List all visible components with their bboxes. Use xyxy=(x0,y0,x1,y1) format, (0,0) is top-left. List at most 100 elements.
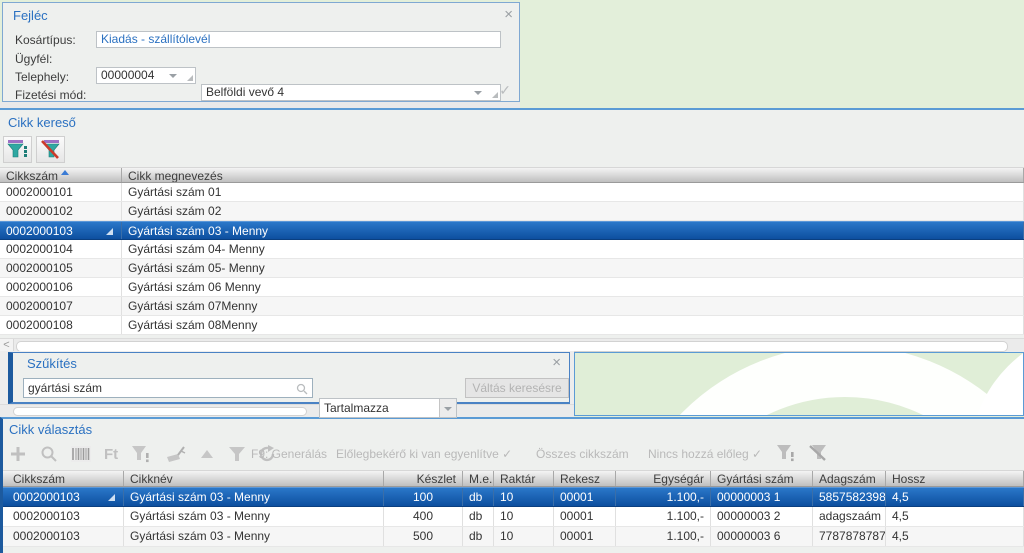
combo-dropdown-button[interactable] xyxy=(439,399,456,417)
edit-marker-icon xyxy=(106,228,113,235)
column-header[interactable]: M.e. xyxy=(463,471,494,486)
cell: 00001 xyxy=(554,488,616,506)
column-header[interactable]: Cikkszám xyxy=(0,168,122,182)
cell: adagszaám xyxy=(813,507,886,526)
broom-icon xyxy=(164,445,186,464)
kosartipus-field[interactable]: Kiadás - szállítólevél xyxy=(96,31,501,48)
valtas-keresesre-button[interactable]: Váltás keresésre xyxy=(465,378,569,398)
filter-warning-button[interactable] xyxy=(131,445,151,463)
ugyfel-name-combo[interactable]: Belföldi vevő 4 xyxy=(201,84,501,101)
column-header[interactable]: Gyártási szám xyxy=(711,471,813,486)
cikk-valasztas-header: Cikkszám Cikknév Készlet M.e. Raktár Rek… xyxy=(3,470,1024,487)
cell: Gyártási szám 04- Menny xyxy=(122,240,1024,258)
clear-filter-button[interactable] xyxy=(164,445,186,464)
search-icon xyxy=(296,383,308,395)
table-row[interactable]: 0002000104 Gyártási szám 04- Menny xyxy=(0,240,1024,259)
table-row[interactable]: 0002000102 Gyártási szám 02 xyxy=(0,202,1024,221)
horizontal-scrollbar[interactable] xyxy=(0,404,574,417)
filter-button[interactable] xyxy=(228,446,246,462)
filter-clear-button[interactable] xyxy=(36,136,65,163)
table-row-selected[interactable]: 0002000103 Gyártási szám 03 - Menny xyxy=(0,221,1024,240)
cell: 0002000103 xyxy=(7,488,124,506)
osszes-cikkszam-label: Összes cikkszám xyxy=(536,447,629,461)
triangle-up-icon xyxy=(199,448,215,460)
column-header[interactable]: Adagszám xyxy=(813,471,886,486)
column-header[interactable]: Cikkszám xyxy=(7,471,124,486)
filter-warning-icon xyxy=(776,444,796,462)
cell: 0002000107 xyxy=(0,297,122,315)
ugyfel-code-value: 00000004 xyxy=(101,68,154,82)
chevron-down-icon[interactable] xyxy=(169,74,177,78)
cell: Gyártási szám 03 - Menny xyxy=(124,527,384,546)
search-button[interactable] xyxy=(40,445,58,463)
close-icon[interactable]: × xyxy=(552,356,561,370)
cell: Gyártási szám 08Menny xyxy=(122,316,1024,334)
filter-apply-button[interactable] xyxy=(3,136,32,163)
filter-warning-button[interactable] xyxy=(776,444,796,462)
fejlec-title: Fejléc xyxy=(13,8,48,23)
cell: 00000003 2 xyxy=(711,507,813,526)
cell: 1.100,- xyxy=(616,488,711,506)
scrollbar-thumb[interactable] xyxy=(13,407,307,416)
cell: 10 xyxy=(494,527,554,546)
column-header[interactable]: Raktár xyxy=(494,471,554,486)
filter-clear-button[interactable] xyxy=(808,444,828,462)
ugyfel-name-value: Belföldi vevő 4 xyxy=(206,85,284,99)
cell: 4,5 xyxy=(886,507,1024,526)
table-row[interactable]: 0002000103 Gyártási szám 03 - Menny 400 … xyxy=(3,507,1024,527)
cell: Gyártási szám 03 - Menny xyxy=(124,507,384,526)
funnel-icon xyxy=(228,446,246,462)
collapse-button[interactable] xyxy=(199,448,215,460)
cell: db xyxy=(463,527,494,546)
edit-marker-icon xyxy=(108,494,115,501)
nincs-eloleg-label: Nincs hozzá előleg ✓ xyxy=(648,447,762,461)
column-header[interactable]: Készlet xyxy=(384,471,463,486)
match-mode-value: Tartalmazza xyxy=(324,401,389,415)
barcode-button[interactable] xyxy=(71,446,91,462)
ugyfel-label: Ügyfél: xyxy=(15,52,52,66)
cell: 5857582398 xyxy=(813,488,886,506)
cell: Gyártási szám 02 xyxy=(122,202,1024,220)
column-header[interactable]: Hossz xyxy=(886,471,1024,486)
table-row[interactable]: 0002000107 Gyártási szám 07Menny xyxy=(0,297,1024,316)
szukites-search-input[interactable]: gyártási szám xyxy=(23,378,313,398)
resize-grip-icon[interactable] xyxy=(187,75,193,81)
sort-asc-icon xyxy=(61,170,69,175)
table-row[interactable]: 0002000105 Gyártási szám 05- Menny xyxy=(0,259,1024,278)
table-row-selected[interactable]: 0002000103 Gyártási szám 03 - Menny 100 … xyxy=(3,487,1024,507)
cell: 0002000105 xyxy=(0,259,122,277)
f9-generalas-label: F9: Generálás xyxy=(251,447,327,461)
column-header[interactable]: Cikknév xyxy=(124,471,384,486)
filter-clear-icon xyxy=(40,139,62,160)
cikk-valasztas-panel: Cikk választás Ft xyxy=(0,417,1024,553)
column-header[interactable]: Egységár xyxy=(616,471,711,486)
currency-ft-button[interactable]: Ft xyxy=(104,446,118,463)
column-header[interactable]: Rekesz xyxy=(554,471,616,486)
chevron-down-icon[interactable] xyxy=(474,91,482,95)
cikk-kereso-window: Cikk kereső Cikkszám Cikk megnevezés 000… xyxy=(0,108,1024,351)
cell: 1.100,- xyxy=(616,507,711,526)
resize-grip-icon[interactable] xyxy=(492,92,498,98)
match-mode-combo[interactable]: Tartalmazza xyxy=(319,398,457,418)
elolegbekero-label: Előlegbekérő ki van egyenlítve ✓ xyxy=(336,447,512,461)
kosartipus-label: Kosártípus: xyxy=(15,33,76,47)
cell: 0002000104 xyxy=(0,240,122,258)
table-row[interactable]: 0002000106 Gyártási szám 06 Menny xyxy=(0,278,1024,297)
column-header[interactable]: Cikk megnevezés xyxy=(122,168,1024,182)
ugyfel-code-combo[interactable]: 00000004 xyxy=(96,67,196,84)
cell: 0002000102 xyxy=(0,202,122,220)
cell: 500 xyxy=(384,527,463,546)
cikk-kereso-title: Cikk kereső xyxy=(8,115,76,130)
cell: 100 xyxy=(384,488,463,506)
close-icon[interactable]: × xyxy=(504,8,513,22)
fizetesimod-label: Fizetési mód: xyxy=(15,88,86,102)
plus-icon xyxy=(9,445,27,463)
add-button[interactable] xyxy=(9,445,27,463)
table-row[interactable]: 0002000103 Gyártási szám 03 - Menny 500 … xyxy=(3,527,1024,547)
cell: 7787878787 xyxy=(813,527,886,546)
kosartipus-value: Kiadás - szállítólevél xyxy=(101,32,210,46)
table-row[interactable]: 0002000101 Gyártási szám 01 xyxy=(0,183,1024,202)
fejlec-window: Fejléc × ✓ Kosártípus: Kiadás - szállító… xyxy=(2,2,520,102)
cell: 400 xyxy=(384,507,463,526)
table-row[interactable]: 0002000108 Gyártási szám 08Menny xyxy=(0,316,1024,335)
